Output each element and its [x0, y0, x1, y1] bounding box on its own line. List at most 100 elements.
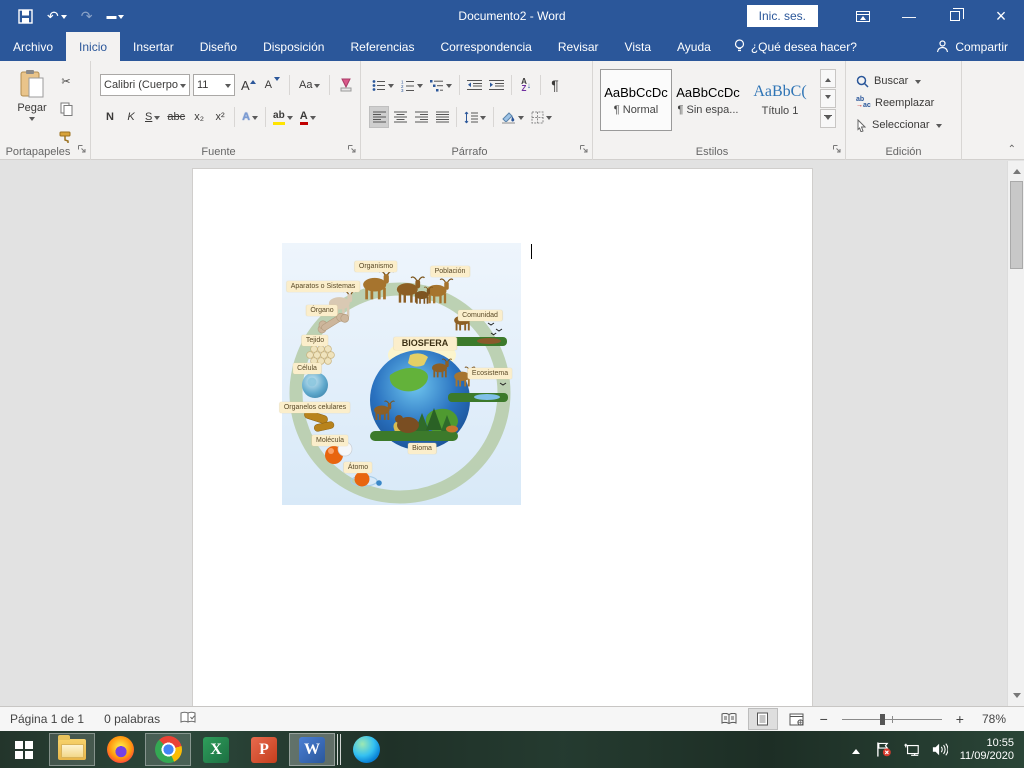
shading-icon[interactable]	[498, 106, 527, 128]
font-color-button[interactable]: A	[297, 106, 319, 128]
tab-correspondencia[interactable]: Correspondencia	[427, 32, 544, 61]
align-right-icon[interactable]	[411, 106, 431, 128]
taskbar-clock[interactable]: 10:55 11/09/2020	[960, 737, 1014, 763]
zoom-level[interactable]: 78%	[972, 712, 1016, 726]
tab-insertar[interactable]: Insertar	[120, 32, 187, 61]
taskbar-edge[interactable]	[343, 733, 389, 766]
tab-archivo[interactable]: Archivo	[0, 32, 66, 61]
paragraph-dialog-launcher[interactable]	[579, 144, 589, 157]
grow-font-icon[interactable]: A	[238, 74, 259, 96]
increase-indent-icon[interactable]	[486, 74, 507, 96]
align-left-icon[interactable]	[369, 106, 389, 128]
change-case-button[interactable]: Aa	[296, 74, 323, 96]
close-icon[interactable]: ×	[978, 0, 1024, 32]
underline-button[interactable]: S	[142, 106, 163, 128]
highlight-button[interactable]: ab	[270, 106, 296, 128]
subscript-button[interactable]: x₂	[189, 106, 209, 128]
align-center-icon[interactable]	[390, 106, 410, 128]
decrease-indent-icon[interactable]	[464, 74, 485, 96]
zoom-slider[interactable]	[842, 719, 942, 720]
ribbon-display-options-icon[interactable]	[840, 0, 886, 32]
tab-vista[interactable]: Vista	[612, 32, 664, 61]
shrink-font-icon[interactable]: A	[262, 74, 283, 96]
tab-disposicion[interactable]: Disposición	[250, 32, 337, 61]
numbering-icon[interactable]: 123	[398, 74, 426, 96]
text-effects-button[interactable]: A	[239, 106, 261, 128]
tab-referencias[interactable]: Referencias	[337, 32, 427, 61]
scroll-down-arrow[interactable]	[1008, 689, 1024, 706]
page-indicator[interactable]: Página 1 de 1	[0, 712, 94, 726]
tab-inicio[interactable]: Inicio	[66, 32, 120, 61]
sign-in-button[interactable]: Inic. ses.	[747, 5, 818, 27]
taskbar-powerpoint[interactable]: P	[241, 733, 287, 766]
restore-icon[interactable]	[932, 0, 978, 32]
action-center-flag-icon[interactable]	[876, 741, 892, 758]
replace-button[interactable]: ab→ac Reemplazar	[856, 93, 942, 113]
taskbar-firefox[interactable]	[97, 733, 143, 766]
zoom-in-button[interactable]: +	[952, 711, 968, 727]
bullets-icon[interactable]	[369, 74, 397, 96]
proofing-book-icon[interactable]	[170, 711, 206, 728]
justify-icon[interactable]	[432, 106, 452, 128]
hidden-icons-chevron[interactable]	[848, 745, 864, 754]
undo-button[interactable]: ↶	[47, 8, 67, 25]
paste-button[interactable]: Pegar	[10, 69, 54, 122]
word-count[interactable]: 0 palabras	[94, 712, 170, 726]
format-painter-icon[interactable]	[56, 126, 76, 148]
biosfera-diagram-image[interactable]: Organismo Población Aparatos o Sistemas …	[282, 243, 521, 505]
share-button[interactable]: Compartir	[920, 32, 1024, 61]
line-spacing-icon[interactable]	[461, 106, 489, 128]
print-layout-icon[interactable]	[748, 708, 778, 730]
tab-diseno[interactable]: Diseño	[187, 32, 250, 61]
read-mode-icon[interactable]	[714, 708, 744, 730]
scrollbar-thumb[interactable]	[1010, 181, 1023, 269]
italic-button[interactable]: K	[121, 106, 141, 128]
cut-icon[interactable]: ✂	[56, 70, 76, 92]
document-page[interactable]: Organismo Población Aparatos o Sistemas …	[193, 169, 812, 706]
find-button[interactable]: Buscar	[856, 71, 942, 91]
superscript-button[interactable]: x²	[210, 106, 230, 128]
bold-button[interactable]: N	[100, 106, 120, 128]
minimize-icon[interactable]: —	[886, 0, 932, 32]
undo-dropdown-arrow[interactable]	[61, 15, 67, 22]
customize-quick-access-icon[interactable]: ▬	[106, 11, 124, 22]
save-icon[interactable]	[18, 9, 33, 24]
taskbar-word[interactable]: W	[289, 733, 335, 766]
web-layout-icon[interactable]	[782, 708, 812, 730]
start-button[interactable]	[1, 733, 47, 766]
vertical-scrollbar[interactable]	[1007, 161, 1024, 706]
tab-revisar[interactable]: Revisar	[545, 32, 612, 61]
copy-icon[interactable]	[56, 98, 76, 120]
taskbar-excel[interactable]: X	[193, 733, 239, 766]
style-sin-espaciado[interactable]: AaBbCcDc ¶ Sin espa...	[672, 69, 744, 131]
styles-scroll-down[interactable]	[820, 89, 836, 108]
clear-format-icon[interactable]	[336, 74, 356, 96]
select-button[interactable]: Seleccionar	[856, 115, 942, 135]
taskbar-file-explorer[interactable]	[49, 733, 95, 766]
show-marks-button[interactable]: ¶	[545, 74, 565, 96]
zoom-slider-handle[interactable]	[880, 714, 885, 725]
styles-gallery-more[interactable]	[820, 109, 836, 128]
tell-me-box[interactable]: ¿Qué desea hacer?	[724, 32, 867, 61]
collapse-ribbon-chevron[interactable]: ⌃	[1008, 144, 1016, 155]
styles-scroll-up[interactable]	[820, 69, 836, 88]
font-dialog-launcher[interactable]	[347, 144, 357, 157]
font-size-combo[interactable]: 11	[193, 74, 235, 96]
font-name-combo[interactable]: Calibri (Cuerpo	[100, 74, 190, 96]
clipboard-dialog-launcher[interactable]	[77, 144, 87, 157]
style-normal[interactable]: AaBbCcDc ¶ Normal	[600, 69, 672, 131]
paste-dropdown-arrow[interactable]	[29, 117, 35, 124]
zoom-out-button[interactable]: −	[816, 711, 832, 727]
sort-icon[interactable]: AZ↓	[516, 74, 536, 96]
taskbar: X P W 10:55 11/09/2020	[0, 731, 1024, 768]
scroll-up-arrow[interactable]	[1008, 161, 1024, 178]
styles-dialog-launcher[interactable]	[832, 144, 842, 157]
tab-ayuda[interactable]: Ayuda	[664, 32, 724, 61]
taskbar-chrome[interactable]	[145, 733, 191, 766]
style-titulo-1[interactable]: AaBbC( Título 1	[744, 69, 816, 131]
speaker-icon[interactable]	[932, 742, 948, 757]
strikethrough-button[interactable]: abc	[164, 106, 188, 128]
network-icon[interactable]	[904, 742, 920, 758]
borders-icon[interactable]	[528, 106, 555, 128]
multilevel-list-icon[interactable]	[427, 74, 455, 96]
